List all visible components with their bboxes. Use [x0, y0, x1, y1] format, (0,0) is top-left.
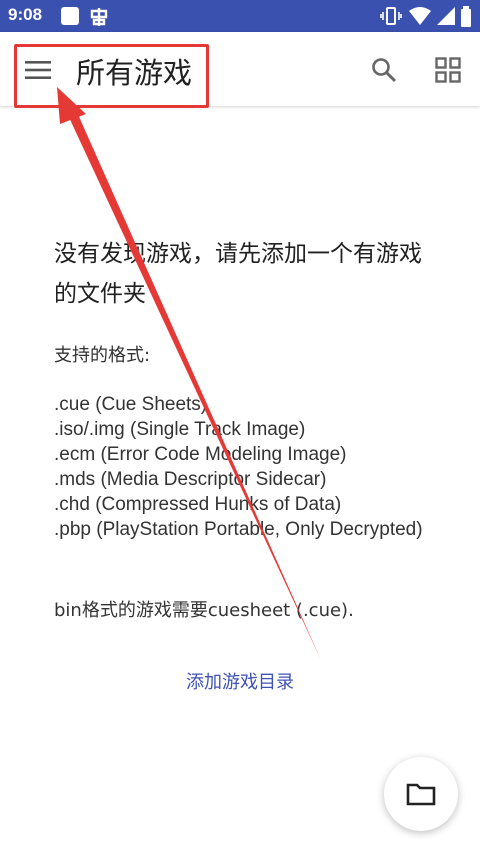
- format-item: .mds (Media Descriptor Sidecar): [54, 469, 327, 490]
- empty-state-title: 没有发现游戏，请先添加一个有游戏的文件夹: [54, 241, 422, 307]
- menu-button[interactable]: [16, 52, 60, 88]
- page-title: 所有游戏: [76, 56, 193, 90]
- format-item: .iso/.img (Single Track Image): [54, 419, 306, 440]
- format-item: .cue (Cue Sheets): [54, 394, 208, 415]
- search-icon: [372, 58, 397, 83]
- grid-view-button[interactable]: [430, 52, 466, 88]
- vibrate-icon: [380, 6, 402, 26]
- add-game-directory-link[interactable]: 添加游戏目录: [0, 668, 480, 694]
- folder-icon: [406, 783, 436, 806]
- signal-icon: [436, 6, 456, 26]
- menu-icon: [25, 61, 51, 79]
- format-item: .chd (Compressed Hunks of Data): [54, 494, 342, 515]
- grid-view-icon: [435, 57, 461, 83]
- bin-format-note: bin格式的游戏需要cuesheet (.cue).: [54, 600, 354, 621]
- app-bar: 所有游戏: [0, 32, 480, 108]
- status-time: 9:08: [8, 5, 43, 24]
- wifi-icon: [408, 6, 432, 26]
- formats-list: .cue (Cue Sheets) .iso/.img (Single Trac…: [54, 392, 434, 542]
- battery-icon: [460, 6, 472, 28]
- format-item: .pbp (PlayStation Portable, Only Decrypt…: [54, 519, 423, 540]
- search-button[interactable]: [366, 52, 402, 88]
- format-item: .ecm (Error Code Modeling Image): [54, 444, 347, 465]
- add-folder-fab[interactable]: [384, 757, 458, 831]
- status-bar: 9:08: [0, 0, 480, 32]
- notification-square-icon: [60, 6, 80, 26]
- bug-icon: [88, 6, 110, 28]
- formats-label: 支持的格式:: [54, 345, 151, 366]
